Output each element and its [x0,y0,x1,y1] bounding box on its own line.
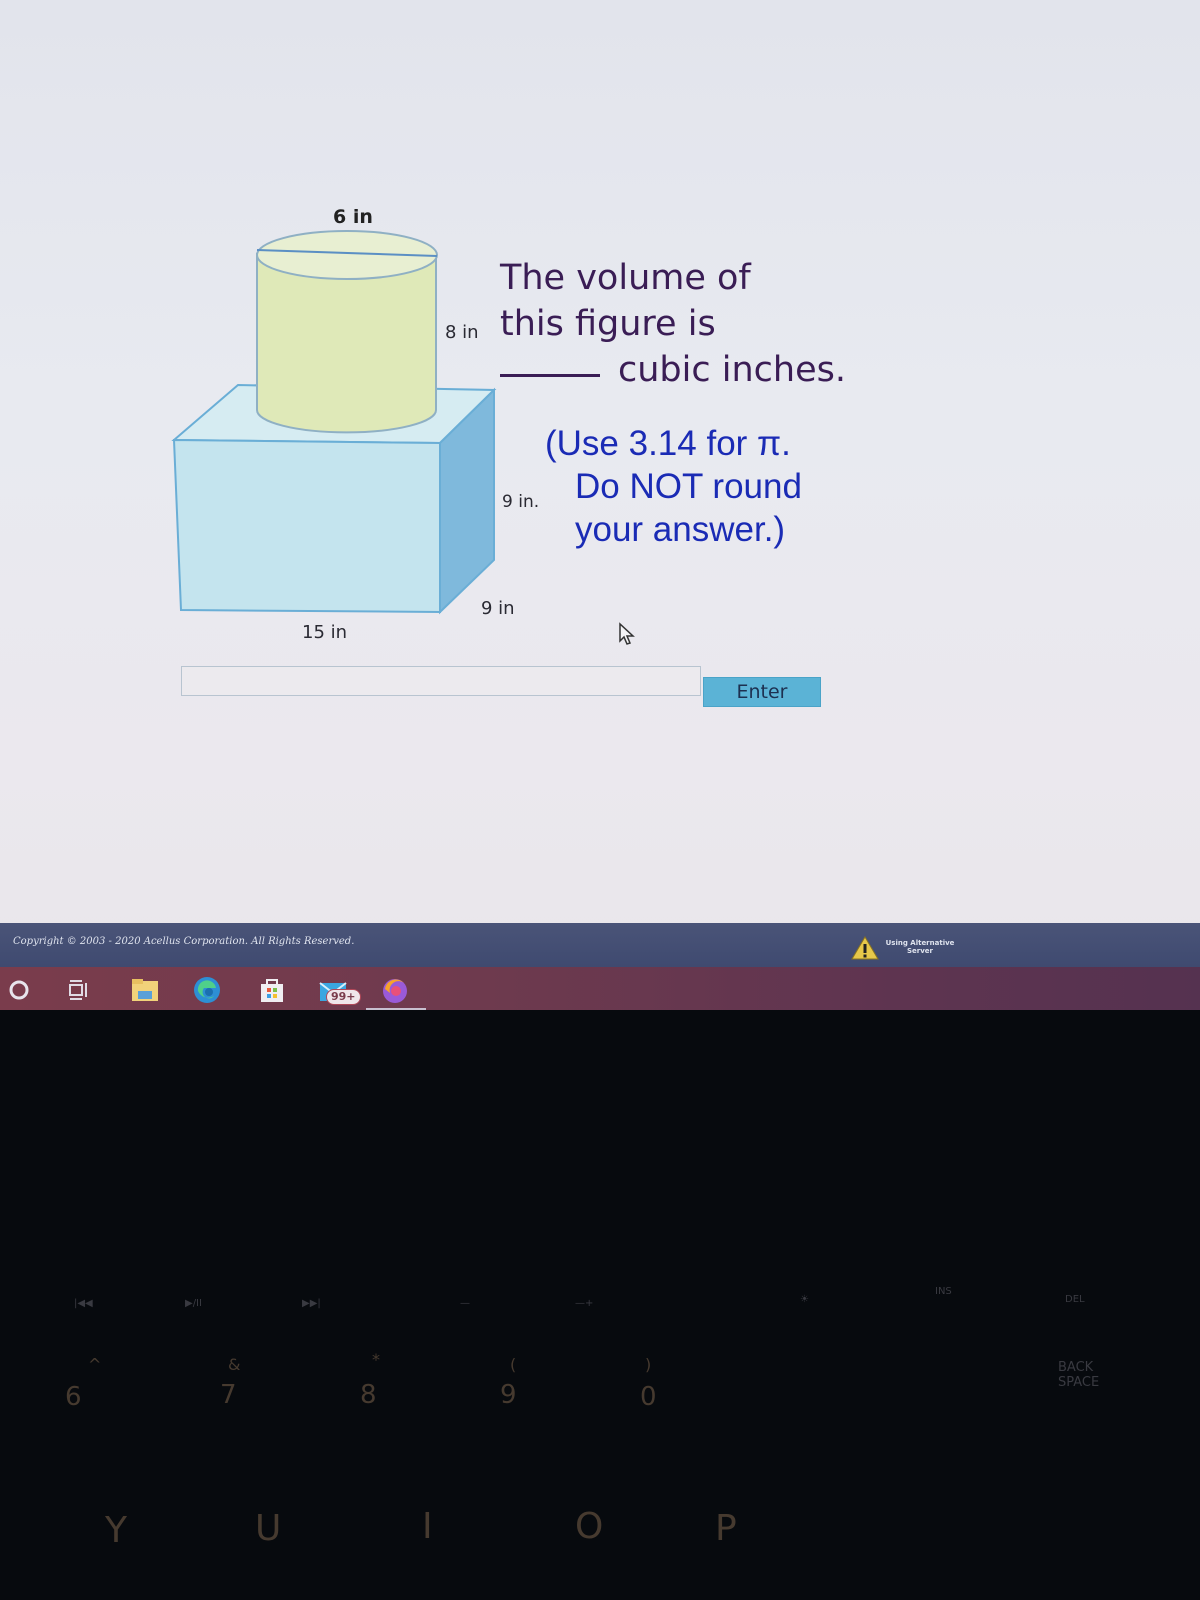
firefox-button[interactable] [378,973,412,1007]
enter-button[interactable]: Enter [703,677,821,707]
key-8: 8 [360,1380,377,1410]
browser-viewport: 6 in 8 in 9 in. 9 in 15 in The volume of… [0,0,1200,1010]
warning-icon [851,936,879,960]
key-9: 9 [500,1380,517,1410]
key-6-shift: ^ [88,1355,102,1374]
question-line-1: The volume of [500,258,751,298]
key-y: Y [105,1510,127,1551]
firefox-icon [383,979,407,1003]
cortana-search-button[interactable] [2,973,36,1007]
key-delete: DEL [1065,1294,1085,1305]
question-text: The volume of this figure is cubic inche… [500,255,880,393]
server-status-line-1: Using Alternative [885,939,955,947]
key-next-track: ▶▶| [302,1298,321,1309]
mouse-pointer-icon [619,622,635,645]
question-line-2: this figure is [500,304,716,344]
key-o: O [575,1506,604,1547]
key-6: 6 [65,1382,82,1412]
cortana-circle-icon [9,980,29,1000]
key-p: P [715,1508,737,1549]
microsoft-store-button[interactable] [255,973,289,1007]
file-explorer-button[interactable] [128,973,162,1007]
hint-line-1: (Use 3.14 for π. [545,424,791,463]
store-bag-icon [261,979,283,1002]
answer-blank [500,374,600,377]
key-7-shift: & [228,1355,241,1374]
hint-line-3: your answer.) [575,510,786,549]
taskbar: 99+ [0,967,1200,1011]
cylinder-body [256,252,437,434]
prism-height-label: 9 in. [502,492,540,512]
key-backspace: BACK SPACE [1058,1360,1100,1390]
cylinder-diameter-label: 6 in [333,206,373,228]
key-i: I [422,1506,433,1547]
mail-unread-badge: 99+ [326,989,361,1005]
server-status[interactable]: Using Alternative Server [880,939,960,955]
folder-icon [132,979,158,1001]
answer-input[interactable] [181,666,701,696]
prism-depth-label: 9 in [481,598,515,619]
question-line-3: cubic inches. [500,347,880,393]
key-previous-track: |◀◀ [74,1298,93,1309]
key-insert: INS [935,1286,952,1297]
task-view-icon [69,980,87,1000]
key-fn-5: —+ [575,1298,594,1309]
footer-bar: Copyright © 2003 - 2020 Acellus Corporat… [0,923,1200,967]
hint-line-2: Do NOT round [575,467,802,506]
edge-icon [194,977,220,1003]
server-status-line-2: Server [906,947,933,955]
key-play-pause: ▶/II [185,1298,202,1309]
prism-front-face [172,438,441,614]
key-8-shift: * [372,1350,380,1369]
key-brightness: ☀ [800,1294,809,1305]
key-0: 0 [640,1382,657,1412]
cylinder-height-label: 8 in [445,322,479,343]
key-7: 7 [220,1380,237,1410]
copyright-text: Copyright © 2003 - 2020 Acellus Corporat… [13,936,355,947]
key-u: U [255,1508,282,1549]
prism-length-label: 15 in [302,622,348,643]
task-view-button[interactable] [62,973,96,1007]
key-fn-4: — [460,1298,470,1309]
key-0-shift: ) [645,1355,652,1374]
edge-browser-button[interactable] [190,973,224,1007]
question-units: cubic inches. [618,350,846,390]
physical-keyboard: |◀◀ ▶/II ▶▶| — —+ ☀ INS DEL ^ 6 & 7 * 8 … [0,1010,1200,1600]
hint-text: (Use 3.14 for π. Do NOT round your answe… [545,422,845,551]
key-9-shift: ( [510,1355,517,1374]
